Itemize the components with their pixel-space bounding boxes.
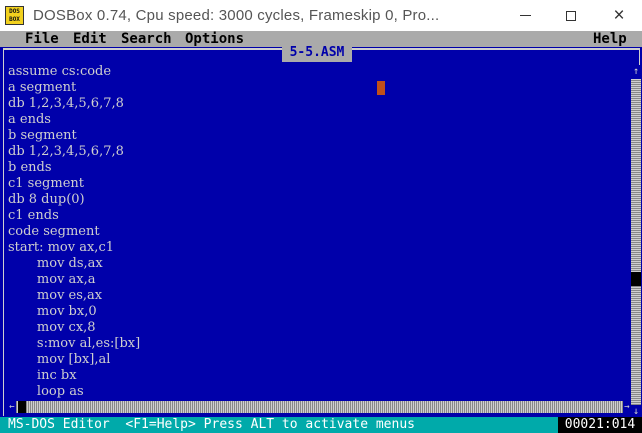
dosbox-icon: DOS BOX bbox=[5, 6, 24, 25]
window-titlebar[interactable]: DOS BOX DOSBox 0.74, Cpu speed: 3000 cyc… bbox=[0, 0, 642, 31]
code-line: start: mov ax,c1 bbox=[8, 240, 114, 255]
icon-label-top: DOS bbox=[9, 8, 20, 15]
document-title: 5-5.ASM bbox=[282, 44, 352, 62]
code-line: b segment bbox=[8, 128, 77, 143]
scroll-left-icon[interactable]: ← bbox=[8, 401, 16, 413]
menu-file[interactable]: File bbox=[25, 31, 59, 47]
close-icon: × bbox=[613, 5, 625, 26]
close-button[interactable]: × bbox=[596, 0, 642, 31]
code-line: code segment bbox=[8, 224, 100, 239]
code-line: db 1,2,3,4,5,6,7,8 bbox=[8, 144, 124, 159]
code-line: a ends bbox=[8, 112, 51, 127]
code-line: mov cx,8 bbox=[8, 320, 96, 335]
code-line: s:mov al,es:[bx] bbox=[8, 336, 141, 351]
code-line: mov es,ax bbox=[8, 288, 103, 303]
code-line: loop as bbox=[8, 384, 84, 399]
menu-search[interactable]: Search bbox=[121, 31, 172, 47]
code-line: c1 segment bbox=[8, 176, 84, 191]
maximize-icon bbox=[566, 10, 576, 21]
code-line: mov [bx],al bbox=[8, 352, 111, 367]
code-line: a segment bbox=[8, 80, 77, 95]
dos-editor: File Edit Search Options Help 5-5.ASM as… bbox=[0, 31, 642, 433]
vertical-scroll-thumb[interactable] bbox=[631, 272, 641, 286]
code-line: db 1,2,3,4,5,6,7,8 bbox=[8, 96, 124, 111]
code-line: db 8 dup(0) bbox=[8, 192, 85, 207]
status-text: MS-DOS Editor <F1=Help> Press ALT to act… bbox=[8, 417, 415, 432]
window-title: DOSBox 0.74, Cpu speed: 3000 cycles, Fra… bbox=[33, 7, 440, 24]
code-line: inc bx bbox=[8, 368, 77, 383]
status-bar: MS-DOS Editor <F1=Help> Press ALT to act… bbox=[0, 417, 642, 433]
text-cursor bbox=[377, 81, 385, 95]
scroll-right-icon[interactable]: → bbox=[623, 401, 631, 413]
menu-options[interactable]: Options bbox=[185, 31, 244, 47]
maximize-button[interactable] bbox=[548, 0, 594, 31]
menu-help[interactable]: Help bbox=[593, 31, 627, 47]
code-area[interactable]: assume cs:code a segment db 1,2,3,4,5,6,7,… bbox=[8, 64, 140, 400]
vertical-scrollbar[interactable]: ↑ ↓ bbox=[631, 65, 641, 419]
code-line: mov ds,ax bbox=[8, 256, 103, 271]
code-line: assume cs:code bbox=[8, 64, 112, 79]
scroll-up-icon[interactable]: ↑ bbox=[631, 65, 641, 79]
code-line: mov ax,a bbox=[8, 272, 96, 287]
cursor-position: 00021:014 bbox=[558, 417, 642, 433]
horizontal-scroll-thumb[interactable] bbox=[18, 401, 26, 413]
menu-edit[interactable]: Edit bbox=[73, 31, 107, 47]
horizontal-scrollbar[interactable]: ← → bbox=[8, 401, 631, 413]
code-line: b ends bbox=[8, 160, 52, 175]
code-line: mov bx,0 bbox=[8, 304, 97, 319]
minimize-button[interactable] bbox=[502, 0, 548, 31]
icon-label-bottom: BOX bbox=[9, 16, 20, 23]
minimize-icon bbox=[519, 15, 531, 16]
code-line: c1 ends bbox=[8, 208, 59, 223]
